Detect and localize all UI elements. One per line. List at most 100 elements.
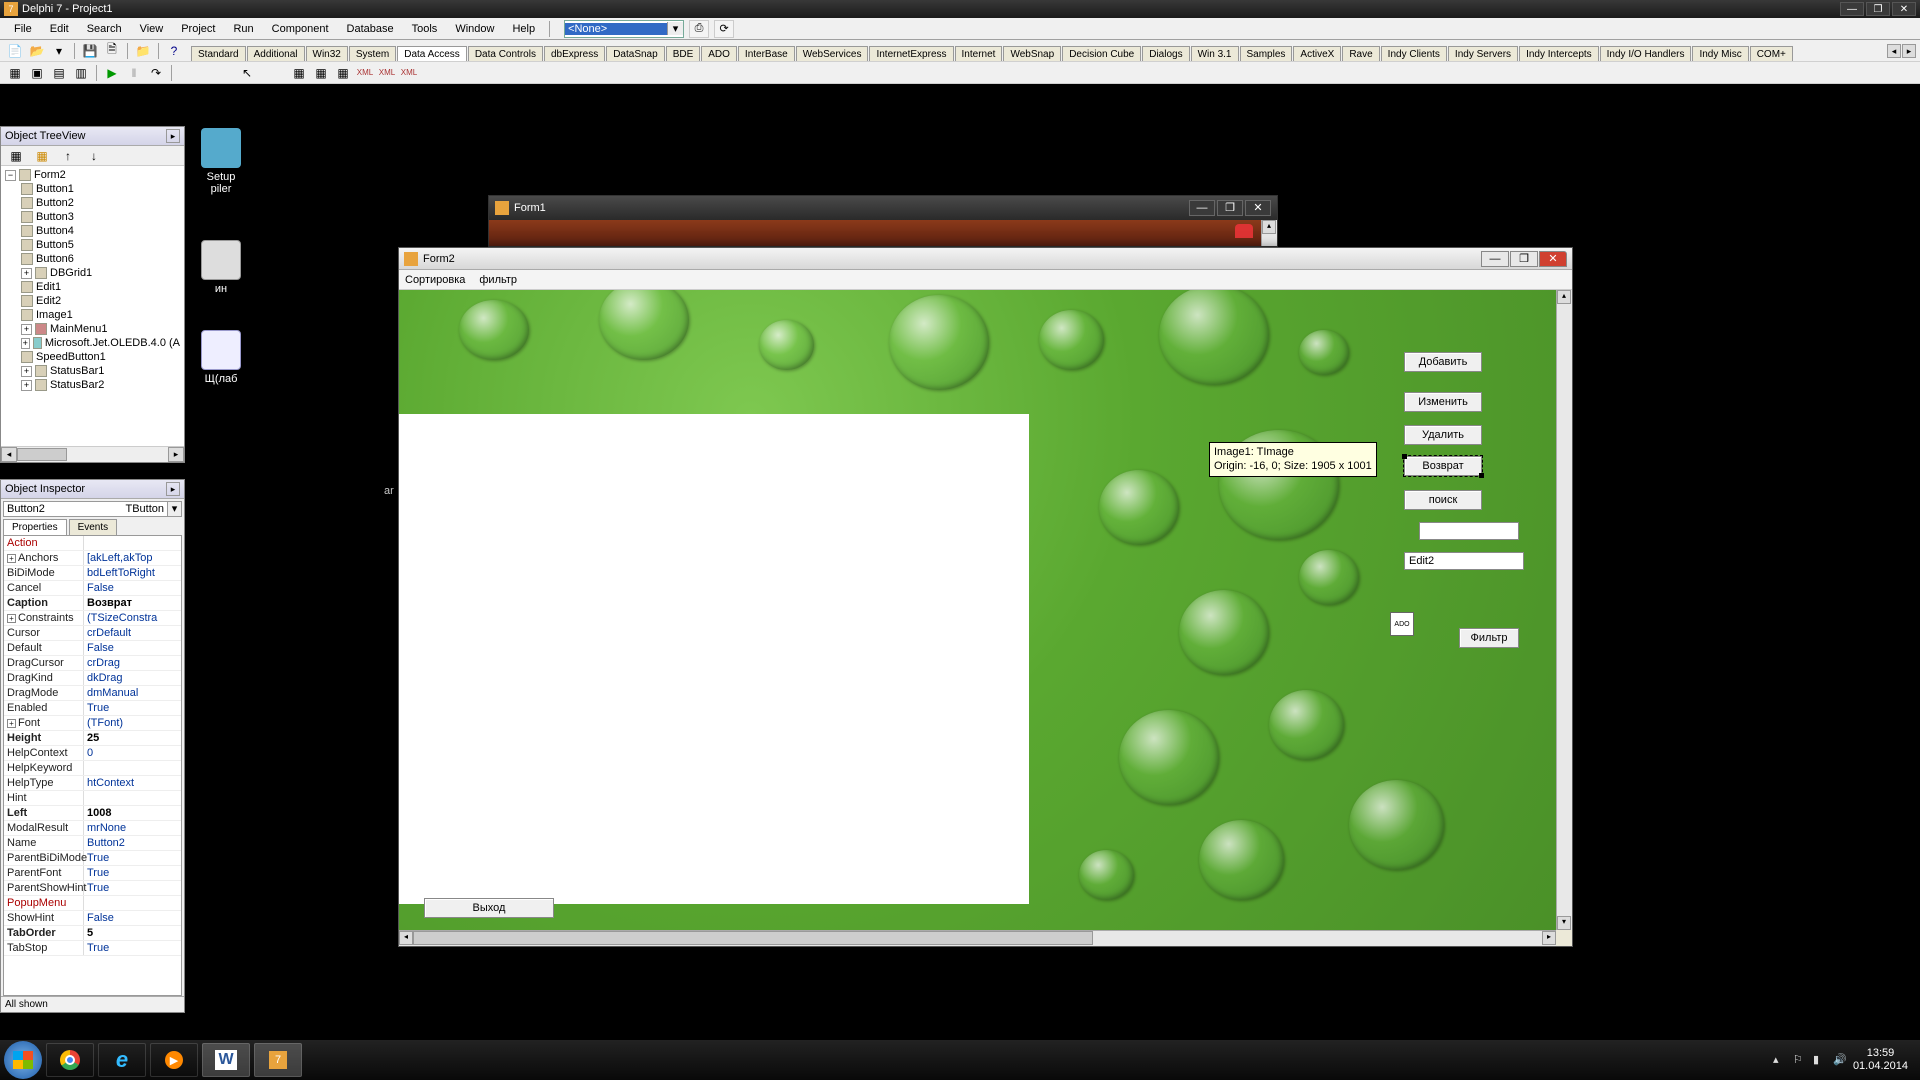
form2-maximize[interactable]: ❐ <box>1510 251 1538 267</box>
button-search[interactable]: поиск <box>1404 490 1482 510</box>
tree-node[interactable]: MainMenu1 <box>50 323 107 335</box>
pin-icon[interactable]: ▸ <box>166 482 180 496</box>
palette-tab[interactable]: BDE <box>666 46 701 61</box>
menu-run[interactable]: Run <box>225 21 261 37</box>
menu-view[interactable]: View <box>132 21 172 37</box>
tree-node[interactable]: Button1 <box>36 183 74 195</box>
component-2[interactable]: ▦ <box>311 63 331 83</box>
tree-up[interactable]: ↑ <box>58 146 78 166</box>
taskbar-wmp[interactable]: ▶ <box>150 1043 198 1077</box>
desktop-icon-2[interactable]: ин <box>186 240 256 295</box>
tray-flag-icon[interactable]: ⚐ <box>1793 1053 1807 1067</box>
tree-node[interactable]: SpeedButton1 <box>36 351 106 363</box>
desktop-icon-setup[interactable]: Setup piler <box>186 128 256 195</box>
form1-window[interactable]: Form1 — ❐ ✕ ▴ <box>488 195 1278 247</box>
palette-tab[interactable]: Internet <box>955 46 1003 61</box>
scroll-down-icon[interactable]: ▾ <box>1557 916 1571 930</box>
form2-designer[interactable]: Добавить Изменить Удалить Возврат поиск … <box>399 290 1572 930</box>
palette-tab[interactable]: System <box>349 46 396 61</box>
palette-tab[interactable]: Indy Clients <box>1381 46 1447 61</box>
tree-node[interactable]: Edit1 <box>36 281 61 293</box>
step-button[interactable]: ↷ <box>146 63 166 83</box>
pin-icon[interactable]: ▸ <box>166 129 180 143</box>
component-1[interactable]: ▦ <box>289 63 309 83</box>
palette-tab[interactable]: Indy Servers <box>1448 46 1518 61</box>
palette-tab[interactable]: Indy I/O Handlers <box>1600 46 1692 61</box>
menu-edit[interactable]: Edit <box>42 21 77 37</box>
tree-node[interactable]: Button2 <box>36 197 74 209</box>
component-4[interactable]: XML <box>355 63 375 83</box>
menu-search[interactable]: Search <box>79 21 130 37</box>
tree-root[interactable]: Form2 <box>34 169 66 181</box>
palette-tab[interactable]: Decision Cube <box>1062 46 1141 61</box>
tray-volume-icon[interactable]: 🔊 <box>1833 1053 1847 1067</box>
scroll-right-icon[interactable]: ▸ <box>1542 931 1556 945</box>
open-project-button[interactable]: 📁 <box>133 41 153 61</box>
minimize-button[interactable]: — <box>1840 2 1864 16</box>
new-button[interactable]: 📄 <box>5 41 25 61</box>
palette-tab[interactable]: Data Controls <box>468 46 543 61</box>
menu-file[interactable]: File <box>6 21 40 37</box>
toolbar-icon-2[interactable]: ⟳ <box>714 20 734 38</box>
component-selector[interactable]: Button2 TButton ▾ <box>3 501 182 517</box>
menu-tools[interactable]: Tools <box>404 21 446 37</box>
palette-tab[interactable]: WebServices <box>796 46 869 61</box>
menu-help[interactable]: Help <box>504 21 543 37</box>
new-form-button[interactable]: ▥ <box>71 63 91 83</box>
form2-hscroll[interactable]: ◂ ▸ <box>399 930 1556 946</box>
palette-tab[interactable]: Samples <box>1240 46 1293 61</box>
pause-button[interactable]: ‖ <box>124 63 144 83</box>
tree-node[interactable]: Edit2 <box>36 295 61 307</box>
ado-component[interactable]: ADO <box>1390 612 1414 636</box>
taskbar-delphi[interactable]: 7 <box>254 1043 302 1077</box>
form2-vscroll[interactable]: ▴ ▾ <box>1556 290 1572 930</box>
button-return-selected[interactable]: Возврат <box>1404 456 1482 476</box>
scroll-left-icon[interactable]: ◂ <box>1 447 17 462</box>
palette-tab[interactable]: dbExpress <box>544 46 605 61</box>
scroll-up-icon[interactable]: ▴ <box>1262 220 1276 234</box>
form2-minimize[interactable]: — <box>1481 251 1509 267</box>
component-6[interactable]: XML <box>399 63 419 83</box>
tree-node[interactable]: Image1 <box>36 309 73 321</box>
help-icon[interactable]: ? <box>164 41 184 61</box>
button-edit[interactable]: Изменить <box>1404 392 1482 412</box>
taskbar-word[interactable]: W <box>202 1043 250 1077</box>
menu-component[interactable]: Component <box>264 21 337 37</box>
open-button[interactable]: 📂 <box>27 41 47 61</box>
close-button[interactable]: ✕ <box>1892 2 1916 16</box>
property-grid[interactable]: Action+Anchors[akLeft,akTopBiDiModebdLef… <box>3 536 182 996</box>
tree-hscroll[interactable]: ◂ ▸ <box>1 446 184 462</box>
palette-tab[interactable]: Dialogs <box>1142 46 1189 61</box>
clock[interactable]: 13:59 01.04.2014 <box>1853 1047 1908 1073</box>
menu-window[interactable]: Window <box>447 21 502 37</box>
scroll-thumb[interactable] <box>17 448 67 461</box>
scroll-thumb[interactable] <box>413 931 1093 945</box>
scroll-right-icon[interactable]: ▸ <box>168 447 184 462</box>
tree-body[interactable]: −Form2 Button1 Button2 Button3 Button4 B… <box>1 166 184 446</box>
edit1-field[interactable] <box>1419 522 1519 540</box>
component-3[interactable]: ▦ <box>333 63 353 83</box>
form2-close[interactable]: ✕ <box>1539 251 1567 267</box>
open-dropdown[interactable]: ▾ <box>49 41 69 61</box>
palette-tab-active[interactable]: Data Access <box>397 46 467 61</box>
palette-tab[interactable]: Standard <box>191 46 246 61</box>
edit2-field[interactable]: Edit2 <box>1404 552 1524 570</box>
saveall-button[interactable]: 🗎 <box>102 41 122 61</box>
start-button[interactable] <box>4 1041 42 1079</box>
tab-events[interactable]: Events <box>69 519 118 535</box>
tree-node[interactable]: Button4 <box>36 225 74 237</box>
palette-scroll-left[interactable]: ◂ <box>1887 44 1901 58</box>
palette-tab[interactable]: ADO <box>701 46 737 61</box>
button-add[interactable]: Добавить <box>1404 352 1482 372</box>
palette-scroll-right[interactable]: ▸ <box>1902 44 1916 58</box>
tree-node[interactable]: Button5 <box>36 239 74 251</box>
palette-tab[interactable]: COM+ <box>1750 46 1793 61</box>
dbgrid-area[interactable] <box>399 414 1029 904</box>
palette-tab[interactable]: DataSnap <box>606 46 664 61</box>
view-form-button[interactable]: ▣ <box>27 63 47 83</box>
tree-node[interactable]: StatusBar2 <box>50 379 104 391</box>
taskbar-ie[interactable]: e <box>98 1043 146 1077</box>
taskbar-chrome[interactable] <box>46 1043 94 1077</box>
scroll-left-icon[interactable]: ◂ <box>399 931 413 945</box>
tree-node[interactable]: StatusBar1 <box>50 365 104 377</box>
